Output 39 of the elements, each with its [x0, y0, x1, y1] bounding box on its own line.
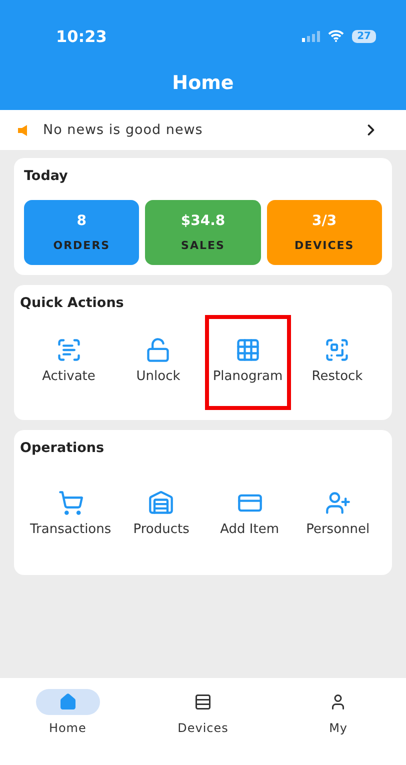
news-bar[interactable]: No news is good news	[0, 110, 406, 150]
unlocked-padlock-icon	[145, 337, 172, 363]
tab-item[interactable]: Devices	[135, 688, 271, 736]
stat-tile[interactable]: 3/3 DEVICES	[266, 200, 382, 265]
action-button[interactable]: Personnel	[296, 478, 380, 549]
stat-label: DEVICES	[294, 239, 354, 252]
stat-value: $34.8	[180, 213, 226, 229]
signal-icon	[302, 30, 320, 42]
stat-tile[interactable]: $34.8 SALES	[145, 200, 261, 265]
action-button[interactable]: Unlock	[116, 315, 201, 410]
section-title: Quick Actions	[20, 295, 125, 311]
action-button[interactable]: Activate	[26, 315, 112, 410]
battery-indicator: 27	[352, 30, 376, 42]
cart-icon	[58, 490, 84, 516]
status-time: 10:23	[56, 26, 107, 46]
warehouse-icon	[148, 490, 174, 516]
stat-tile[interactable]: 8 ORDERS	[24, 200, 140, 265]
qr-code-icon	[324, 337, 350, 363]
tab-item[interactable]: My	[270, 688, 406, 736]
page-title: Home	[172, 72, 234, 94]
action-button[interactable]: Restock	[294, 315, 380, 410]
grid-icon	[234, 337, 261, 363]
stat-value: 3/3	[312, 213, 337, 229]
section-title: Today	[24, 168, 69, 184]
list-icon	[194, 693, 212, 711]
stat-label: SALES	[181, 239, 225, 252]
section-title: Operations	[20, 440, 106, 456]
home-icon	[58, 693, 77, 711]
speaker-icon	[18, 124, 27, 136]
add-user-icon	[324, 490, 351, 516]
action-button[interactable]: Planogram	[205, 315, 290, 410]
action-button[interactable]: Add Item	[207, 478, 292, 549]
stat-value: 8	[76, 213, 87, 229]
action-button[interactable]: Products	[119, 478, 204, 549]
action-button[interactable]: Transactions	[26, 478, 116, 549]
tab-item[interactable]: Home	[0, 688, 136, 736]
scan-document-icon	[56, 337, 82, 363]
stat-label: ORDERS	[53, 239, 110, 252]
wifi-icon	[328, 30, 344, 42]
